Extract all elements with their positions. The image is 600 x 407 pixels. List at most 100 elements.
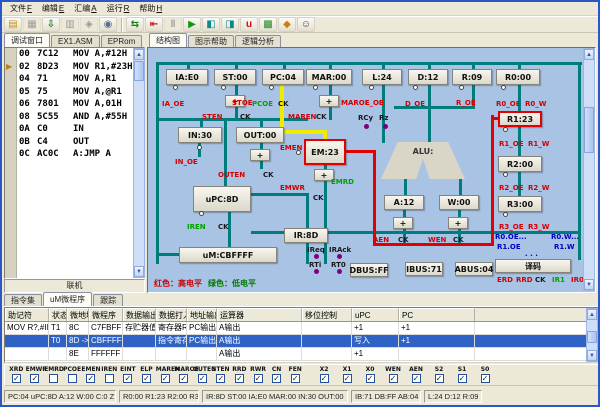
code-line[interactable]: 085C55AND A,#55H [19, 112, 131, 125]
scroll-thumb[interactable] [584, 107, 594, 153]
control-signal-bar: XRD✓EMWR✓EMRDPCOEEMEN✓IRENEINT✓ELP✓MAREN… [4, 364, 600, 386]
microcode-row[interactable]: 8EFFFFFFA输出+1 [5, 348, 599, 361]
diagram-box-r: R:09 [452, 69, 492, 85]
refresh-button[interactable]: ⇆ [126, 17, 144, 32]
signal-checkbox-iren[interactable] [105, 374, 114, 383]
signal-label-emrd: EMRD [331, 178, 354, 186]
signal-label-r1_w: R1_W [528, 140, 549, 148]
open-button[interactable]: ▤ [4, 17, 22, 32]
step-over-button[interactable]: ◨ [221, 17, 239, 32]
menu-hotkey: A [91, 4, 96, 13]
table-cell: +1 [399, 335, 475, 347]
signal-checkbox-x0[interactable]: ✓ [366, 374, 375, 383]
verify-button[interactable]: ◉ [99, 17, 117, 32]
diagram-scrollbar[interactable]: ▲▼ [583, 48, 595, 291]
menu-item-1[interactable]: 编辑E [37, 3, 69, 15]
run-button[interactable]: ▶ [183, 17, 201, 32]
scroll-down-icon[interactable]: ▼ [584, 279, 594, 290]
signal-checkbox-rwr[interactable]: ✓ [254, 374, 263, 383]
app-window: 文件F编辑E汇编A运行R帮助H ▤▦⇩▥◈◉⇆⇤‖▶◧◨u▩◆☺ 调试窗口EX1… [0, 0, 600, 407]
code-line[interactable]: 0471MOV A,R1 [19, 74, 131, 87]
signal-label-erd: ERD [497, 276, 513, 284]
signal-checkbox-label: S1 [458, 366, 467, 373]
signal-checkbox-x1[interactable]: ✓ [343, 374, 352, 383]
scroll-up-icon[interactable]: ▲ [587, 309, 597, 320]
code-line[interactable]: 0575MOV A,@R1 [19, 87, 131, 100]
signal-checkbox-emrd[interactable] [49, 374, 58, 383]
reset-button[interactable]: ⇤ [145, 17, 163, 32]
code-line[interactable]: 0AC0IN [19, 124, 131, 137]
table-cell: T1 [49, 322, 67, 334]
tab-left-1[interactable]: EX1.ASM [51, 35, 100, 47]
io-window-button[interactable]: ◆ [278, 17, 296, 32]
signal-checkbox-eint[interactable]: ✓ [123, 374, 132, 383]
menu-item-0[interactable]: 文件F [5, 3, 37, 15]
logic-analyzer-button[interactable]: ▩ [259, 17, 277, 32]
signal-checkbox-emen[interactable]: ✓ [86, 374, 95, 383]
open-icon: ▤ [8, 18, 17, 31]
assemble-load-button[interactable]: ⇩ [42, 17, 60, 32]
signal-checkbox-wen[interactable]: ✓ [389, 374, 398, 383]
microcode-row[interactable]: MOV R?,#IIT18CC7FBFF存贮器值EM寄存器R?PC输出A输出+1… [5, 322, 599, 335]
microcode-row[interactable]: T08D ->CBFFFF指令寄存器PC输出A输出写入+1 [5, 335, 599, 348]
micro-step-button[interactable]: u [240, 17, 258, 32]
signal-checkbox-sten[interactable]: ✓ [216, 374, 225, 383]
table-cell: 8E [67, 348, 89, 360]
tab-bottom-1[interactable]: uM微程序 [43, 292, 92, 306]
signal-checkbox-s1[interactable]: ✓ [458, 374, 467, 383]
scroll-down-icon[interactable]: ▼ [134, 266, 144, 277]
scroll-up-icon[interactable]: ▲ [134, 49, 144, 60]
table-cell: +1 [352, 348, 399, 360]
step-into-button[interactable]: ◧ [202, 17, 220, 32]
help-assistant-button[interactable]: ☺ [297, 17, 315, 32]
code-line[interactable]: 0BC4OUT [19, 137, 131, 150]
scroll-thumb[interactable] [587, 331, 597, 343]
signal-checkbox-label: WEN [385, 366, 401, 373]
table-cell: T0 [49, 335, 67, 347]
menu-item-3[interactable]: 运行R [102, 3, 135, 15]
menu-item-2[interactable]: 汇编A [69, 3, 101, 15]
scroll-up-icon[interactable]: ▲ [584, 49, 594, 60]
signal-checkbox-xrd[interactable]: ✓ [12, 374, 21, 383]
tab-main-0[interactable]: 结构图 [149, 33, 187, 47]
menu-item-4[interactable]: 帮助H [134, 3, 167, 15]
scroll-down-icon[interactable]: ▼ [587, 350, 597, 361]
status-led-dot [337, 269, 342, 274]
signal-checkbox-s2[interactable]: ✓ [435, 374, 444, 383]
tab-left-0[interactable]: 调试窗口 [4, 33, 50, 47]
save-icon: ▦ [27, 18, 36, 31]
signal-checkbox-emwr[interactable]: ✓ [30, 374, 39, 383]
tab-left-2[interactable]: EPRom [101, 35, 143, 47]
signal-checkbox-aen[interactable]: ✓ [412, 374, 421, 383]
table-cell [49, 348, 67, 360]
signal-checkbox-fen[interactable]: ✓ [291, 374, 300, 383]
tab-bottom-0[interactable]: 指令集 [4, 294, 42, 306]
signal-checkbox-maren[interactable]: ✓ [161, 374, 170, 383]
table-scrollbar[interactable]: ▲▼ [586, 308, 598, 362]
tab-bottom-2[interactable]: 跟踪 [93, 294, 123, 306]
signal-checkbox-outen[interactable]: ✓ [198, 374, 207, 383]
tab-main-2[interactable]: 逻辑分析 [235, 35, 281, 47]
signal-checkbox-label: RRD [232, 366, 246, 373]
code-line[interactable]: 007C12MOV A,#12H [19, 49, 131, 62]
signal-checkbox-elp[interactable]: ✓ [142, 374, 151, 383]
signal-label-ck: CK [263, 171, 274, 179]
signal-checkbox-x2[interactable]: ✓ [320, 374, 329, 383]
signal-label-ck: CK [240, 113, 251, 121]
code-line[interactable]: 067801MOV A,01H [19, 99, 131, 112]
signal-item-rwr: RWR✓ [249, 366, 268, 383]
signal-checkbox-maroe[interactable]: ✓ [179, 374, 188, 383]
tab-main-1[interactable]: 图示帮助 [188, 35, 234, 47]
signal-checkbox-pcoe[interactable] [68, 374, 77, 383]
signal-checkbox-s0[interactable]: ✓ [481, 374, 490, 383]
scroll-thumb[interactable] [134, 61, 144, 81]
code-line[interactable]: 028D23MOV R1,#23H [19, 62, 131, 75]
connector-node [199, 211, 204, 216]
code-scrollbar[interactable]: ▲▼ [133, 48, 145, 278]
status-section-0: PC:04 uPC:8D A:12 W:00 C:0 Z:0 [4, 390, 116, 403]
wire-bus [306, 193, 309, 229]
latch-box: + [448, 217, 468, 229]
code-line[interactable]: 0CAC0CA:JMP A [19, 149, 131, 162]
signal-checkbox-cn[interactable]: ✓ [272, 374, 281, 383]
signal-checkbox-rrd[interactable]: ✓ [235, 374, 244, 383]
